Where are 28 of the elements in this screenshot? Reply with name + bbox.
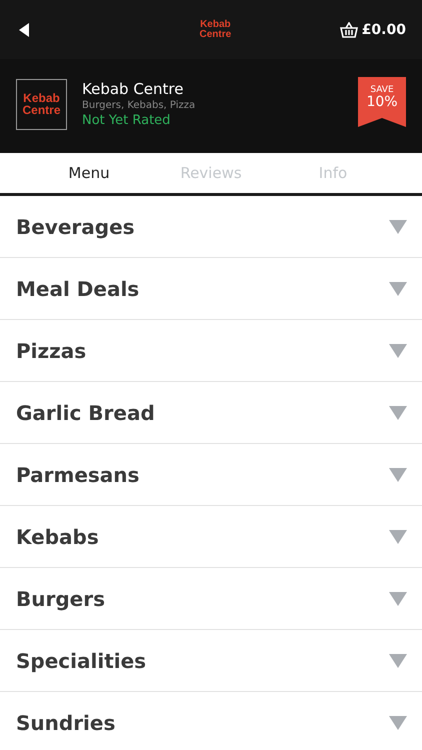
category-row[interactable]: Burgers [0,568,422,630]
restaurant-logo: Kebab Centre [16,78,67,130]
category-name: Burgers [16,586,105,610]
cuisines: Burgers, Kebabs, Pizza [82,100,196,111]
category-name: Garlic Bread [16,400,155,424]
category-row[interactable]: Parmesans [0,444,422,506]
category-name: Parmesans [16,462,140,486]
category-name: Specialities [16,648,146,672]
category-name: Sundries [16,710,116,734]
category-row[interactable]: Meal Deals [0,258,422,320]
tab[interactable]: Menu [28,153,150,193]
category-row[interactable]: Garlic Bread [0,382,422,444]
discount-ribbon: SAVE 10% [358,77,406,127]
category-row[interactable]: Beverages [0,196,422,258]
logo: Kebab Centre [200,20,232,40]
back-icon[interactable] [17,22,31,38]
rating: Not Yet Rated [82,113,172,128]
basket-button[interactable]: £0.00 [340,22,406,38]
category-row[interactable]: Kebabs [0,506,422,568]
category-name: Pizzas [16,338,86,362]
category-name: Meal Deals [16,276,140,300]
restaurant-name: Kebab Centre [82,80,184,98]
category-name: Kebabs [16,524,99,548]
basket-icon [340,22,358,38]
category-row[interactable]: Sundries [0,692,422,750]
category-name: Beverages [16,214,135,238]
category-row[interactable]: Pizzas [0,320,422,382]
category-row[interactable]: Specialities [0,630,422,692]
